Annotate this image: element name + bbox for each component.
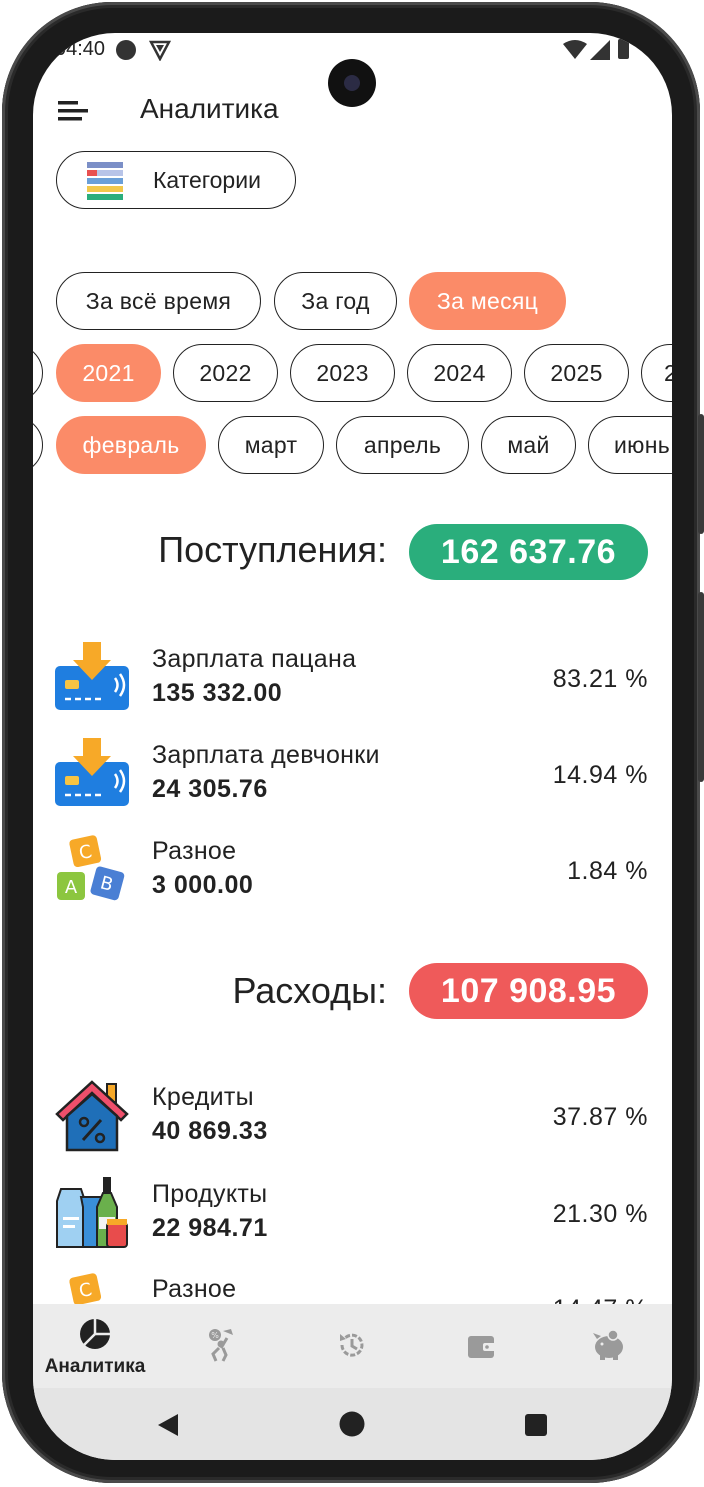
salary-card-icon bbox=[55, 642, 129, 710]
category-percent: 14.94 % bbox=[552, 761, 648, 789]
nav-history[interactable] bbox=[289, 1304, 417, 1388]
chip-year-2025[interactable]: 2025 bbox=[524, 344, 629, 402]
category-percent: 83.21 % bbox=[552, 665, 648, 693]
expenses-total-badge: 107 908.95 bbox=[409, 963, 648, 1019]
chip-year[interactable]: За год bbox=[274, 272, 397, 330]
history-icon bbox=[340, 1333, 364, 1357]
category-percent: 37.87 % bbox=[552, 1103, 648, 1131]
chip-month-april[interactable]: апрель bbox=[336, 416, 469, 474]
salary-card-icon bbox=[55, 738, 129, 806]
front-camera bbox=[328, 59, 376, 107]
chip-year-2022[interactable]: 2022 bbox=[173, 344, 278, 402]
expenses-label: Расходы: bbox=[232, 970, 387, 1011]
chip-year-next[interactable]: 2 bbox=[641, 344, 672, 402]
status-time: 04:40 bbox=[55, 38, 106, 60]
chip-month-may[interactable]: май bbox=[481, 416, 576, 474]
pie-chart-icon bbox=[80, 1319, 110, 1349]
income-row[interactable]: Зарплата девчонки 24 305.76 14.94 % bbox=[33, 733, 672, 813]
wifi-icon bbox=[563, 40, 587, 59]
category-name: Разное bbox=[152, 837, 237, 865]
category-name: Разное bbox=[152, 1275, 237, 1303]
abc-blocks-icon: C A B bbox=[57, 835, 125, 901]
expense-row[interactable]: Продукты 22 984.71 21.30 % bbox=[33, 1172, 672, 1252]
battery-icon bbox=[618, 39, 629, 59]
category-name: Зарплата девчонки bbox=[152, 741, 380, 769]
menu-icon[interactable] bbox=[58, 99, 90, 123]
categories-button-label: Категории bbox=[153, 166, 261, 193]
category-percent: 1.84 % bbox=[567, 857, 648, 885]
chip-all-time[interactable]: За всё время bbox=[56, 272, 261, 330]
chip-month[interactable]: За месяц bbox=[409, 272, 566, 330]
category-name: Продукты bbox=[152, 1180, 268, 1208]
page-title: Аналитика bbox=[140, 93, 279, 124]
chip-year-2023[interactable]: 2023 bbox=[290, 344, 395, 402]
category-name: Кредиты bbox=[152, 1083, 254, 1111]
category-amount: 24 305.76 bbox=[152, 775, 268, 803]
nav-analytics[interactable]: Аналитика bbox=[33, 1304, 161, 1388]
power-button bbox=[698, 592, 704, 782]
categories-button[interactable]: Категории bbox=[56, 151, 296, 209]
recents-icon[interactable] bbox=[524, 1413, 548, 1437]
chip-month-march[interactable]: март bbox=[218, 416, 324, 474]
back-icon[interactable] bbox=[156, 1413, 180, 1437]
chip-month-february[interactable]: февраль bbox=[56, 416, 206, 474]
category-percent: 21.30 % bbox=[552, 1200, 648, 1228]
signal-icon bbox=[590, 40, 610, 60]
category-amount: 40 869.33 bbox=[152, 1117, 268, 1145]
bottom-nav: Аналитика % bbox=[33, 1304, 672, 1388]
chip-year-previous[interactable] bbox=[33, 344, 43, 402]
chip-year-2024[interactable]: 2024 bbox=[407, 344, 512, 402]
category-amount: 3 000.00 bbox=[152, 871, 254, 899]
category-amount: 22 984.71 bbox=[152, 1214, 268, 1242]
income-total-badge: 162 637.76 bbox=[409, 524, 648, 580]
house-percent-icon bbox=[55, 1080, 129, 1152]
nav-loans[interactable]: % bbox=[161, 1304, 289, 1388]
vpn-shield-icon bbox=[149, 40, 171, 61]
piggy-bank-icon bbox=[593, 1329, 623, 1360]
volume-button bbox=[698, 414, 704, 534]
nav-wallet[interactable] bbox=[417, 1304, 545, 1388]
wallet-icon bbox=[468, 1336, 496, 1358]
phone-frame: 04:40 Аналитика Категории За всё время З… bbox=[2, 2, 704, 1483]
income-label: Поступления: bbox=[158, 529, 387, 570]
income-row[interactable]: Зарплата пацана 135 332.00 83.21 % bbox=[33, 637, 672, 717]
chip-year-2021[interactable]: 2021 bbox=[56, 344, 161, 402]
categories-icon bbox=[87, 162, 123, 200]
nav-analytics-label: Аналитика bbox=[44, 1356, 146, 1377]
category-name: Зарплата пацана bbox=[152, 645, 357, 673]
notification-dot-icon bbox=[116, 40, 136, 60]
category-amount: 135 332.00 bbox=[152, 679, 283, 707]
loans-icon: % bbox=[209, 1329, 233, 1362]
nav-savings[interactable] bbox=[545, 1304, 672, 1388]
screen: 04:40 Аналитика Категории За всё время З… bbox=[33, 33, 672, 1460]
expense-row[interactable]: Кредиты 40 869.33 37.87 % bbox=[33, 1075, 672, 1155]
income-row[interactable]: C A B Разное 3 000.00 1.84 % bbox=[33, 829, 672, 909]
system-navigation-bar bbox=[33, 1388, 672, 1460]
svg-text:A: A bbox=[65, 877, 78, 898]
chip-month-june[interactable]: июнь bbox=[588, 416, 672, 474]
groceries-icon bbox=[56, 1177, 128, 1248]
home-icon[interactable] bbox=[339, 1411, 365, 1437]
svg-text:%: % bbox=[211, 1331, 219, 1340]
chip-month-previous[interactable] bbox=[33, 416, 43, 474]
